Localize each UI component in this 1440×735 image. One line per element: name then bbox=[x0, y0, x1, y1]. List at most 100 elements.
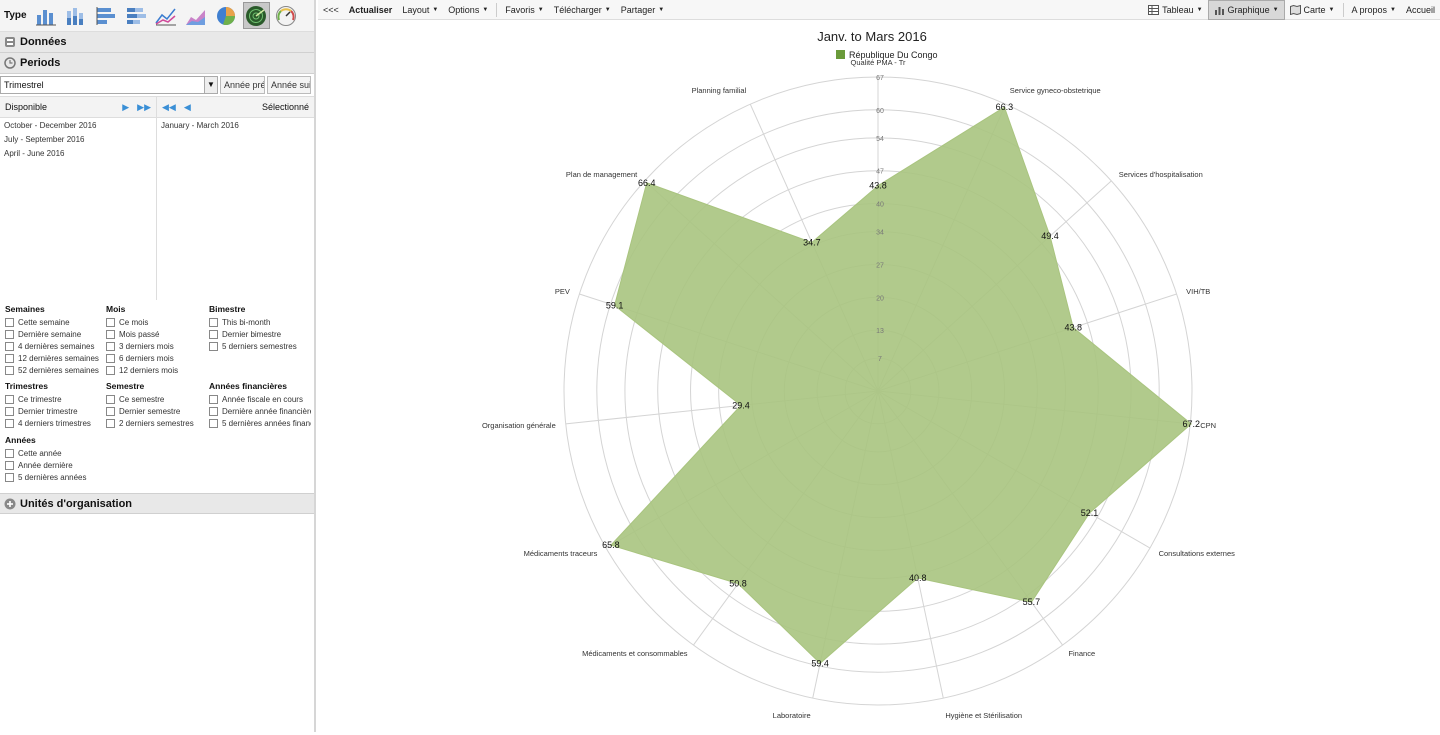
units-panel-header[interactable]: Unités d'organisation bbox=[0, 493, 314, 514]
checkbox[interactable] bbox=[209, 341, 218, 351]
chart-menu[interactable]: Graphique ▼ bbox=[1207, 0, 1285, 20]
checkbox[interactable] bbox=[209, 406, 218, 416]
list-item[interactable]: July - September 2016 bbox=[0, 133, 156, 147]
collapse-panel-button[interactable]: <<< bbox=[318, 0, 344, 20]
checkbox[interactable] bbox=[106, 353, 115, 363]
checkbox[interactable] bbox=[5, 406, 14, 416]
checkbox[interactable] bbox=[209, 418, 218, 428]
period-checkbox[interactable]: Année dernière bbox=[5, 459, 105, 471]
table-menu[interactable]: Tableau ▼ bbox=[1143, 0, 1207, 20]
next-year-button[interactable]: Année suiv bbox=[267, 76, 311, 94]
move-all-left-icon[interactable]: ◀◀ bbox=[162, 102, 176, 113]
period-checkbox[interactable]: 5 dernières années financières bbox=[209, 417, 311, 429]
map-menu[interactable]: Carte ▼ bbox=[1285, 0, 1340, 20]
checkbox[interactable] bbox=[5, 418, 14, 428]
period-checkbox[interactable]: 6 derniers mois bbox=[106, 352, 206, 364]
stacked-column-icon[interactable] bbox=[63, 2, 90, 29]
period-checkbox[interactable]: Dernier trimestre bbox=[5, 405, 105, 417]
expand-plus-icon[interactable] bbox=[4, 498, 16, 510]
checkbox[interactable] bbox=[5, 472, 14, 482]
chart-type-bar: Type bbox=[0, 0, 314, 32]
move-left-icon[interactable]: ◀ bbox=[184, 102, 191, 113]
list-item[interactable]: January - March 2016 bbox=[157, 119, 314, 133]
period-checkbox[interactable]: Ce mois bbox=[106, 316, 206, 328]
checkbox[interactable] bbox=[106, 341, 115, 351]
category-label: Planning familial bbox=[692, 86, 747, 95]
options-menu[interactable]: Options ▼ bbox=[443, 0, 493, 20]
period-checkbox[interactable]: 5 derniers semestres bbox=[209, 340, 311, 352]
period-checkbox[interactable]: 12 dernières semaines bbox=[5, 352, 105, 364]
period-checkbox[interactable]: 5 dernières années bbox=[5, 471, 105, 483]
checkbox[interactable] bbox=[209, 394, 218, 404]
available-list[interactable]: Disponible ▶ ▶▶ October - December 2016 J… bbox=[0, 97, 157, 300]
list-item[interactable]: October - December 2016 bbox=[0, 119, 156, 133]
period-checkbox[interactable]: 3 derniers mois bbox=[106, 340, 206, 352]
tick-label: 40 bbox=[876, 202, 884, 209]
home-link[interactable]: Accueil bbox=[1401, 0, 1440, 20]
period-checkbox[interactable]: This bi-month bbox=[209, 316, 311, 328]
period-checkbox[interactable]: 12 derniers mois bbox=[106, 364, 206, 376]
list-item[interactable]: April - June 2016 bbox=[0, 147, 156, 161]
checkbox[interactable] bbox=[5, 329, 14, 339]
line-chart-icon[interactable] bbox=[153, 2, 180, 29]
bar-chart-icon[interactable] bbox=[93, 2, 120, 29]
period-checkbox[interactable]: Dernière semaine bbox=[5, 328, 105, 340]
stacked-bar-icon[interactable] bbox=[123, 2, 150, 29]
move-right-icon[interactable]: ▶ bbox=[122, 102, 129, 113]
period-checkbox[interactable]: Dernier bimestre bbox=[209, 328, 311, 340]
move-all-right-icon[interactable]: ▶▶ bbox=[137, 102, 151, 113]
download-menu[interactable]: Télécharger ▼ bbox=[549, 0, 616, 20]
checkbox[interactable] bbox=[5, 448, 14, 458]
favorites-menu[interactable]: Favoris ▼ bbox=[500, 0, 548, 20]
data-label: 59.4 bbox=[811, 658, 829, 668]
about-menu[interactable]: A propos ▼ bbox=[1347, 0, 1401, 20]
periods-panel-header[interactable]: Periods bbox=[0, 53, 314, 74]
area-chart-icon[interactable] bbox=[183, 2, 210, 29]
checkbox[interactable] bbox=[106, 394, 115, 404]
radar-chart-icon[interactable] bbox=[242, 2, 270, 29]
checkbox-label: 5 dernières années financières bbox=[222, 418, 311, 428]
period-checkbox[interactable]: 52 dernières semaines bbox=[5, 364, 105, 376]
refresh-button[interactable]: Actualiser bbox=[344, 0, 398, 20]
period-checkbox[interactable]: Dernière année financière bbox=[209, 405, 311, 417]
checkbox[interactable] bbox=[106, 317, 115, 327]
chevron-down-icon[interactable]: ▼ bbox=[204, 77, 217, 93]
gauge-chart-icon[interactable] bbox=[273, 2, 300, 29]
checkbox[interactable] bbox=[5, 394, 14, 404]
checkbox[interactable] bbox=[209, 317, 218, 327]
checkbox[interactable] bbox=[5, 365, 14, 375]
checkbox[interactable] bbox=[5, 341, 14, 351]
checkbox[interactable] bbox=[106, 365, 115, 375]
pie-chart-icon[interactable] bbox=[213, 2, 240, 29]
checkbox[interactable] bbox=[209, 329, 218, 339]
period-checkbox[interactable]: 4 dernières semaines bbox=[5, 340, 105, 352]
data-label: 66.3 bbox=[996, 102, 1014, 112]
share-menu[interactable]: Partager ▼ bbox=[616, 0, 669, 20]
tick-label: 34 bbox=[876, 230, 884, 237]
checkbox[interactable] bbox=[106, 406, 115, 416]
period-checkbox[interactable]: Cette semaine bbox=[5, 316, 105, 328]
period-checkbox[interactable]: Mois passé bbox=[106, 328, 206, 340]
period-checkbox[interactable]: 4 derniers trimestres bbox=[5, 417, 105, 429]
column-chart-icon[interactable] bbox=[33, 2, 60, 29]
checkbox[interactable] bbox=[106, 329, 115, 339]
caret-down-icon: ▼ bbox=[1196, 6, 1203, 13]
period-type-select[interactable]: Trimestrel ▼ bbox=[0, 76, 218, 94]
period-checkbox[interactable]: Année fiscale en cours bbox=[209, 393, 311, 405]
period-checkbox[interactable]: Dernier semestre bbox=[106, 405, 206, 417]
checkbox[interactable] bbox=[5, 353, 14, 363]
layout-menu[interactable]: Layout ▼ bbox=[397, 0, 443, 20]
category-label: Qualité PMA - Tr bbox=[850, 58, 906, 67]
previous-year-button[interactable]: Année préc bbox=[220, 76, 265, 94]
period-checkbox[interactable]: Ce trimestre bbox=[5, 393, 105, 405]
checkbox[interactable] bbox=[5, 460, 14, 470]
period-checkbox[interactable]: 2 derniers semestres bbox=[106, 417, 206, 429]
period-checkbox[interactable]: Ce semestre bbox=[106, 393, 206, 405]
selected-list[interactable]: ◀◀ ◀ Sélectionné January - March 2016 bbox=[157, 97, 314, 300]
checkbox[interactable] bbox=[106, 418, 115, 428]
checkbox-label: 2 derniers semestres bbox=[119, 418, 194, 428]
checkbox[interactable] bbox=[5, 317, 14, 327]
donnees-panel-header[interactable]: Données bbox=[0, 32, 314, 53]
relative-period-group: Années Cette année Année dernière 5 dernièr… bbox=[5, 435, 105, 483]
period-checkbox[interactable]: Cette année bbox=[5, 447, 105, 459]
